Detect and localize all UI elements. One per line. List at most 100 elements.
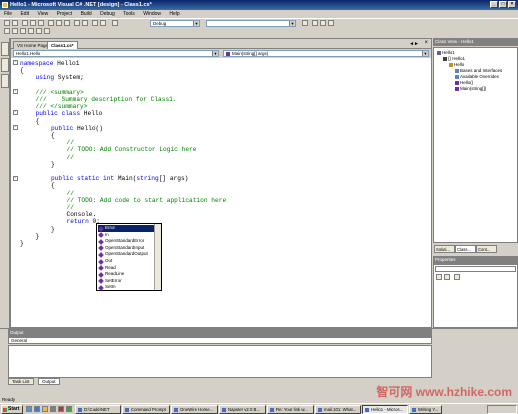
taskbar-button[interactable]: Hello1 - Micros...: [362, 405, 408, 414]
collapse-toggle-icon[interactable]: -: [13, 89, 18, 94]
add-item-icon[interactable]: [12, 20, 18, 26]
menu-edit[interactable]: Edit: [20, 11, 29, 17]
start-debug-icon[interactable]: [112, 20, 118, 26]
tree-node[interactable]: Main(string[]): [455, 86, 486, 92]
object-browser-tab[interactable]: [1, 74, 9, 88]
code-line: /// <summary>: [36, 89, 84, 96]
outlook-icon[interactable]: [42, 406, 48, 412]
toolbox-icon[interactable]: [328, 20, 334, 26]
outdent-icon[interactable]: [12, 28, 18, 34]
member-icon: [98, 285, 104, 291]
quick-launch-icon[interactable]: [58, 406, 64, 412]
collapse-toggle-icon[interactable]: -: [13, 125, 18, 130]
redo-icon[interactable]: [82, 20, 88, 26]
save-all-icon[interactable]: [38, 20, 44, 26]
categorized-icon[interactable]: [436, 274, 442, 280]
find-icon[interactable]: [302, 20, 308, 26]
new-project-icon[interactable]: [4, 20, 10, 26]
minimize-button[interactable]: _: [490, 1, 498, 8]
code-token: public class: [35, 110, 81, 118]
code-token: }: [20, 240, 24, 247]
class-view-tree[interactable]: Hello1{} Hello1 Hello Bases and Interfaces…: [433, 47, 518, 243]
navigate-forward-icon[interactable]: [100, 20, 106, 26]
close-document-icon[interactable]: ×: [424, 40, 428, 46]
tab-task-list[interactable]: Task List: [8, 378, 34, 385]
taskbar-button[interactable]: OneWire Home...: [171, 405, 218, 414]
menu-help[interactable]: Help: [169, 11, 179, 17]
menu-view[interactable]: View: [37, 11, 48, 17]
save-icon[interactable]: [30, 20, 36, 26]
property-pages-icon[interactable]: [454, 274, 460, 280]
copy-icon[interactable]: [56, 20, 62, 26]
undo-icon[interactable]: [74, 20, 80, 26]
collapse-toggle-icon[interactable]: -: [13, 60, 18, 65]
solution-explorer-icon[interactable]: [312, 20, 318, 26]
ie-browser-icon[interactable]: [34, 406, 40, 412]
class-view-pane: Class View - Hello1 Hello1{} Hello1 Hello…: [433, 38, 518, 328]
paste-icon[interactable]: [64, 20, 70, 26]
find-combo[interactable]: ▼: [206, 20, 296, 27]
member-combo[interactable]: Main(string[] args) ▼: [223, 50, 429, 57]
intellisense-scrollbar[interactable]: [154, 224, 161, 290]
comment-icon[interactable]: [20, 28, 26, 34]
taskbar-button[interactable]: Re: Your link w...: [267, 405, 314, 414]
properties-icon[interactable]: [320, 20, 326, 26]
collapse-toggle-icon[interactable]: -: [13, 176, 18, 181]
taskbar-button[interactable]: Napster v2.0 B...: [219, 405, 266, 414]
text-editor-toolbar: [0, 27, 518, 36]
properties-object-combo[interactable]: [435, 266, 516, 272]
output-source-combo[interactable]: General: [8, 337, 432, 344]
code-token: //: [66, 139, 74, 147]
tab-output[interactable]: Output: [38, 378, 60, 385]
server-explorer-tab[interactable]: [1, 42, 9, 56]
class-combo[interactable]: Hello1.Hello ▼: [13, 50, 219, 57]
quick-launch-icon[interactable]: [50, 406, 56, 412]
menu-tools[interactable]: Tools: [123, 11, 135, 17]
solution-config-combo[interactable]: Debug ▼: [150, 20, 200, 27]
open-file-icon[interactable]: [22, 20, 28, 26]
start-button[interactable]: Start: [1, 405, 23, 414]
indent-icon[interactable]: [4, 28, 10, 34]
intellisense-list[interactable]: Error In OpenStandardError OpenStandardInpu…: [96, 223, 162, 291]
intellisense-item[interactable]: SetIn: [98, 284, 116, 291]
uncomment-icon[interactable]: [28, 28, 34, 34]
toolbox-tab[interactable]: [1, 58, 9, 72]
menu-debug[interactable]: Debug: [100, 11, 115, 17]
next-bookmark-icon[interactable]: [44, 28, 50, 34]
taskbar-button[interactable]: Writing Y...: [409, 405, 442, 414]
navigate-back-icon[interactable]: [92, 20, 98, 26]
output-text[interactable]: [8, 345, 432, 378]
tab-solution-explorer[interactable]: Soluti...: [434, 245, 455, 253]
scroll-tabs-icon[interactable]: ◄►: [409, 41, 419, 47]
system-tray-clock[interactable]: [487, 405, 517, 414]
taskbar-button[interactable]: Command Prompt: [122, 405, 170, 414]
tab-class-view[interactable]: Class...: [455, 245, 476, 253]
output-tabs: Task List Output: [8, 378, 208, 386]
code-token: [] args): [158, 175, 189, 183]
menu-window[interactable]: Window: [143, 11, 161, 17]
taskbar-button[interactable]: mail.101: What...: [315, 405, 361, 414]
tab-contents[interactable]: Cont...: [476, 245, 497, 253]
quick-launch-icon[interactable]: [66, 406, 72, 412]
properties-grid[interactable]: [433, 264, 518, 328]
code-editor[interactable]: - - - - - namespace Hello1{using System;…: [11, 58, 431, 327]
tab-class1-cs[interactable]: Class1.cs*: [47, 41, 78, 49]
chevron-down-icon: ▼: [289, 21, 295, 26]
collapse-toggle-icon[interactable]: -: [13, 110, 18, 115]
close-button[interactable]: ×: [508, 1, 516, 8]
code-token: {: [51, 182, 55, 190]
show-desktop-icon[interactable]: [26, 406, 32, 412]
cut-icon[interactable]: [48, 20, 54, 26]
taskbar-button-label: Napster v2.0 B...: [228, 407, 261, 412]
bookmark-icon[interactable]: [36, 28, 42, 34]
taskbar-button[interactable]: D:\Code\NET: [75, 405, 121, 414]
left-tool-tabs: [0, 38, 10, 328]
taskbar-button-label: Writing Y...: [418, 407, 439, 412]
member-icon: [98, 252, 104, 258]
menu-build[interactable]: Build: [81, 11, 92, 17]
method-icon: [226, 52, 230, 56]
alphabetical-icon[interactable]: [444, 274, 450, 280]
menu-file[interactable]: File: [4, 11, 12, 17]
menu-project[interactable]: Project: [57, 11, 73, 17]
maximize-button[interactable]: □: [499, 1, 507, 8]
